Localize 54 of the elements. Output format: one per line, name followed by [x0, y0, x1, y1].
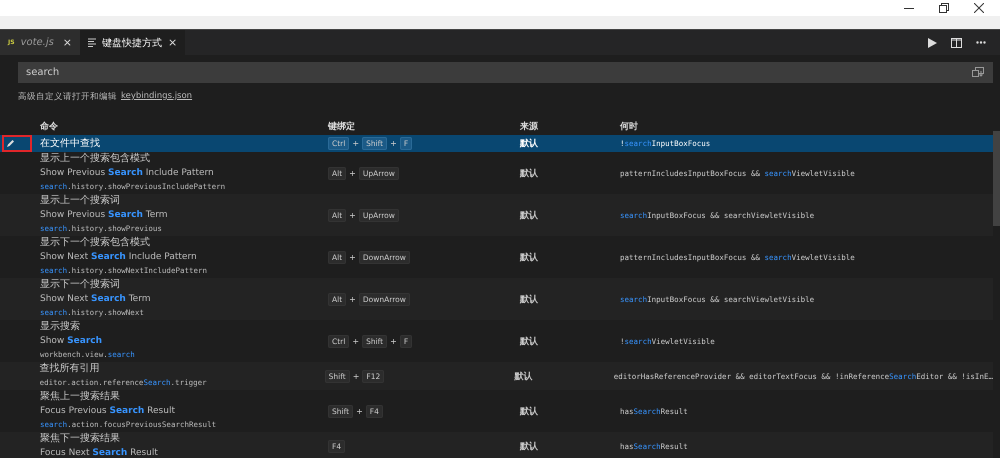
- plus-sign: +: [349, 252, 356, 262]
- scrollbar-thumb[interactable]: [993, 131, 1000, 226]
- source-text: 默认: [520, 406, 538, 416]
- pencil-icon[interactable]: [6, 139, 14, 148]
- plus-sign: +: [356, 406, 363, 416]
- sort-icon[interactable]: [972, 67, 984, 77]
- command-title: 显示上一个搜索词: [40, 194, 121, 208]
- source-text: 默认: [520, 139, 538, 149]
- command-title: 显示上一个搜索包含模式: [40, 152, 151, 166]
- source-text: 默认: [520, 442, 538, 452]
- plus-sign: +: [352, 372, 360, 380]
- command-label: Focus Previous Search Result: [40, 405, 176, 418]
- source-text: 默认: [520, 294, 538, 304]
- column-header: 来源: [520, 120, 539, 132]
- close-icon[interactable]: [974, 3, 984, 13]
- command-title: 显示下一个搜索词: [40, 278, 121, 292]
- command-title: 显示下一个搜索包含模式: [40, 236, 151, 250]
- command-label: Show Next Search Term: [40, 293, 152, 306]
- hint-text: 高级自定义请打开和编辑: [18, 91, 117, 104]
- document-icon: [88, 38, 96, 47]
- close-tab-button[interactable]: ×: [168, 36, 178, 49]
- command-label: Show Search: [40, 335, 103, 348]
- search-field[interactable]: search: [18, 62, 993, 83]
- plus-sign: +: [390, 336, 397, 346]
- plus-sign: +: [352, 336, 360, 346]
- command-label: Focus Next Search Result: [40, 447, 159, 458]
- command-title: 聚焦下一搜索结果: [40, 432, 121, 446]
- source-text: 默认: [514, 372, 533, 382]
- plus-sign: +: [349, 294, 356, 304]
- command-title: 在文件中查找: [40, 136, 101, 150]
- close-tab-button[interactable]: ×: [62, 36, 72, 49]
- command-label: Show Previous Search Include Pattern: [40, 167, 215, 180]
- source-text: 默认: [520, 210, 538, 220]
- plus-sign: +: [349, 168, 356, 178]
- plus-sign: +: [349, 210, 356, 220]
- command-title: 聚焦上一搜索结果: [40, 390, 121, 404]
- source-text: 默认: [520, 252, 538, 262]
- keybindings-link[interactable]: keybindings.json: [121, 91, 192, 105]
- column-header: 何时: [620, 120, 639, 132]
- restore-icon[interactable]: [939, 3, 949, 13]
- command-title: 显示搜索: [40, 320, 81, 334]
- run-icon[interactable]: [928, 38, 937, 48]
- command-title: 查找所有引用: [40, 362, 101, 376]
- source-text: 默认: [520, 336, 538, 346]
- column-header: 键绑定: [328, 120, 356, 132]
- split-editor-icon[interactable]: [951, 38, 962, 48]
- plus-sign: +: [390, 139, 397, 148]
- editor-tab[interactable]: 键盘快捷方式 ×: [80, 30, 186, 55]
- column-header: 命令: [40, 120, 59, 132]
- source-text: 默认: [520, 168, 538, 178]
- plus-sign: +: [352, 139, 360, 148]
- command-label: Show Previous Search Term: [40, 209, 169, 222]
- command-label: Show Next Search Include Pattern: [40, 251, 198, 264]
- more-icon[interactable]: [976, 41, 986, 44]
